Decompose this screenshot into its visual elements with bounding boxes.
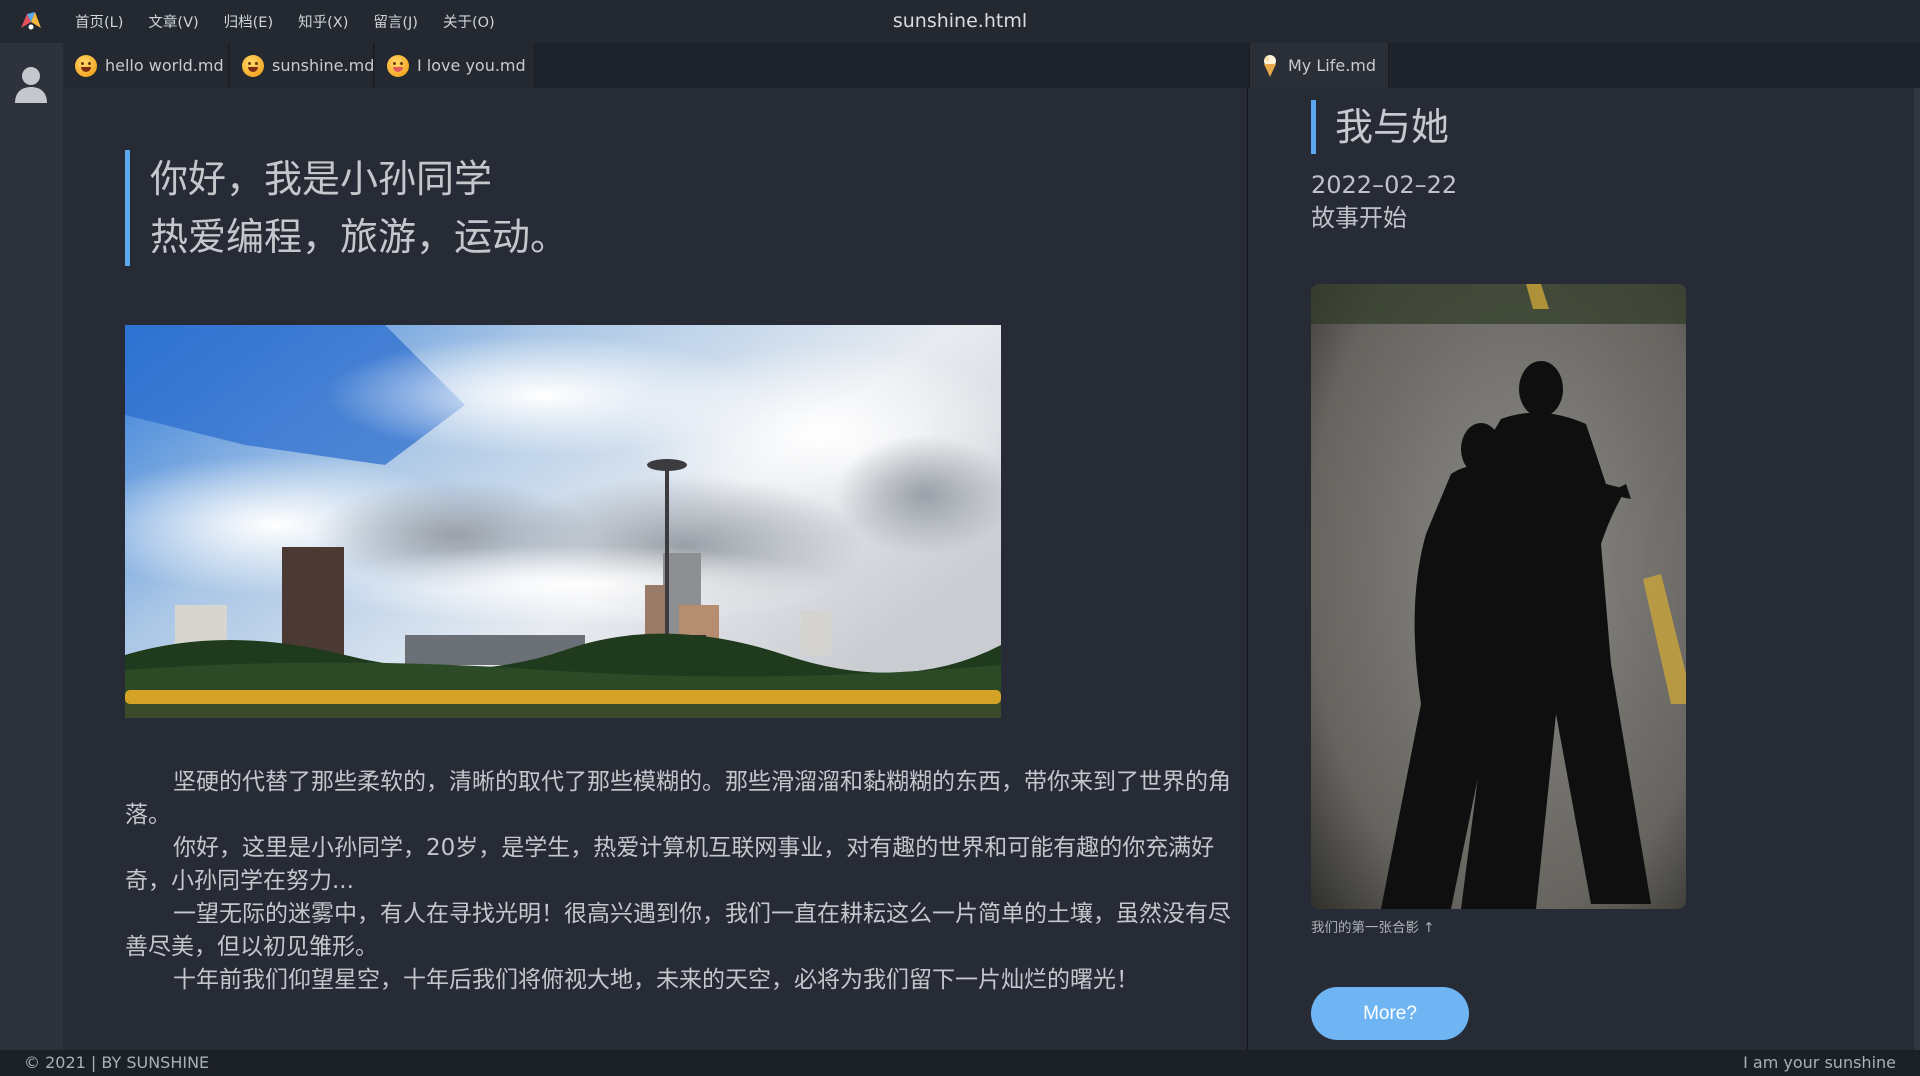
- tab-label: I love you.md: [417, 56, 526, 75]
- ice-cream-icon: [1264, 54, 1276, 77]
- menu-bar: 首页(L) 文章(V) 归档(E) 知乎(X) 留言(J) 关于(O): [75, 0, 520, 43]
- intro-blockquote: 你好，我是小孙同学 热爱编程，旅游，运动。: [125, 150, 1025, 266]
- article-paragraph: 一望无际的迷雾中，有人在寻找光明！很高兴遇到你，我们一直在耕耘这么一片简单的土壤…: [125, 901, 1231, 960]
- tab-i-love-you[interactable]: I love you.md: [375, 43, 535, 88]
- user-avatar-icon[interactable]: [13, 65, 49, 105]
- shadow-couple-photo: [1311, 284, 1686, 909]
- status-footer: © 2021 | BY SUNSHINE I am your sunshine: [0, 1050, 1920, 1076]
- photo-caption: 我们的第一张合影 ↑: [1311, 920, 1435, 936]
- tab-sunshine[interactable]: sunshine.md: [230, 43, 374, 88]
- footer-tagline: I am your sunshine: [1743, 1053, 1896, 1072]
- intro-line: 热爱编程，旅游，运动。: [150, 215, 569, 259]
- menu-about[interactable]: 关于(O): [443, 11, 495, 32]
- tab-label: hello world.md: [105, 56, 224, 75]
- article-paragraph: 坚硬的代替了那些柔软的，清晰的取代了那些模糊的。那些滑溜溜和黏糊糊的东西，带你来…: [125, 769, 1231, 828]
- tab-label: sunshine.md: [272, 56, 375, 75]
- copyright-text: © 2021 | BY SUNSHINE: [24, 1053, 210, 1072]
- tab-hello-world[interactable]: hello world.md: [63, 43, 229, 88]
- tab-bar: hello world.md sunshine.md I love you.md…: [63, 43, 1920, 88]
- article-paragraph: 你好，这里是小孙同学，20岁，是学生，热爱计算机互联网事业，对有趣的世界和可能有…: [125, 835, 1215, 894]
- article-paragraph: 十年前我们仰望星空，十年后我们将俯视大地，未来的天空，必将为我们留下一片灿烂的曙…: [173, 967, 1139, 993]
- side-heading: 我与她: [1311, 100, 1449, 154]
- story-subtitle: 故事开始: [1311, 204, 1407, 232]
- title-bar: 首页(L) 文章(V) 归档(E) 知乎(X) 留言(J) 关于(O) suns…: [0, 0, 1920, 43]
- main-editor: 你好，我是小孙同学 热爱编程，旅游，运动。 坚硬的代替了那些柔软的，清晰的取代了…: [63, 88, 1247, 1050]
- story-date: 2022–02–22: [1311, 171, 1458, 199]
- more-button[interactable]: More?: [1311, 987, 1469, 1040]
- intro-line: 你好，我是小孙同学: [150, 157, 493, 201]
- city-sky-photo: [125, 325, 1001, 718]
- tab-my-life[interactable]: My Life.md: [1249, 43, 1389, 88]
- tongue-emoji-icon: [387, 54, 409, 77]
- menu-guestbook[interactable]: 留言(J): [373, 11, 418, 32]
- menu-home[interactable]: 首页(L): [75, 11, 123, 32]
- side-pane: 我与她 2022–02–22 故事开始 我们的第一张合影 ↑ More?: [1248, 88, 1920, 1050]
- article-body: 坚硬的代替了那些柔软的，清晰的取代了那些模糊的。那些滑溜溜和黏糊糊的东西，带你来…: [125, 766, 1235, 997]
- left-rail: [0, 43, 63, 1050]
- scrollbar[interactable]: [1914, 88, 1920, 1050]
- tab-label: My Life.md: [1288, 56, 1377, 75]
- menu-zhihu[interactable]: 知乎(X): [298, 11, 348, 32]
- menu-articles[interactable]: 文章(V): [148, 11, 198, 32]
- app-logo-icon[interactable]: [18, 8, 44, 34]
- menu-archive[interactable]: 归档(E): [224, 11, 273, 32]
- grin-emoji-icon: [75, 54, 97, 77]
- squint-emoji-icon: [242, 54, 264, 77]
